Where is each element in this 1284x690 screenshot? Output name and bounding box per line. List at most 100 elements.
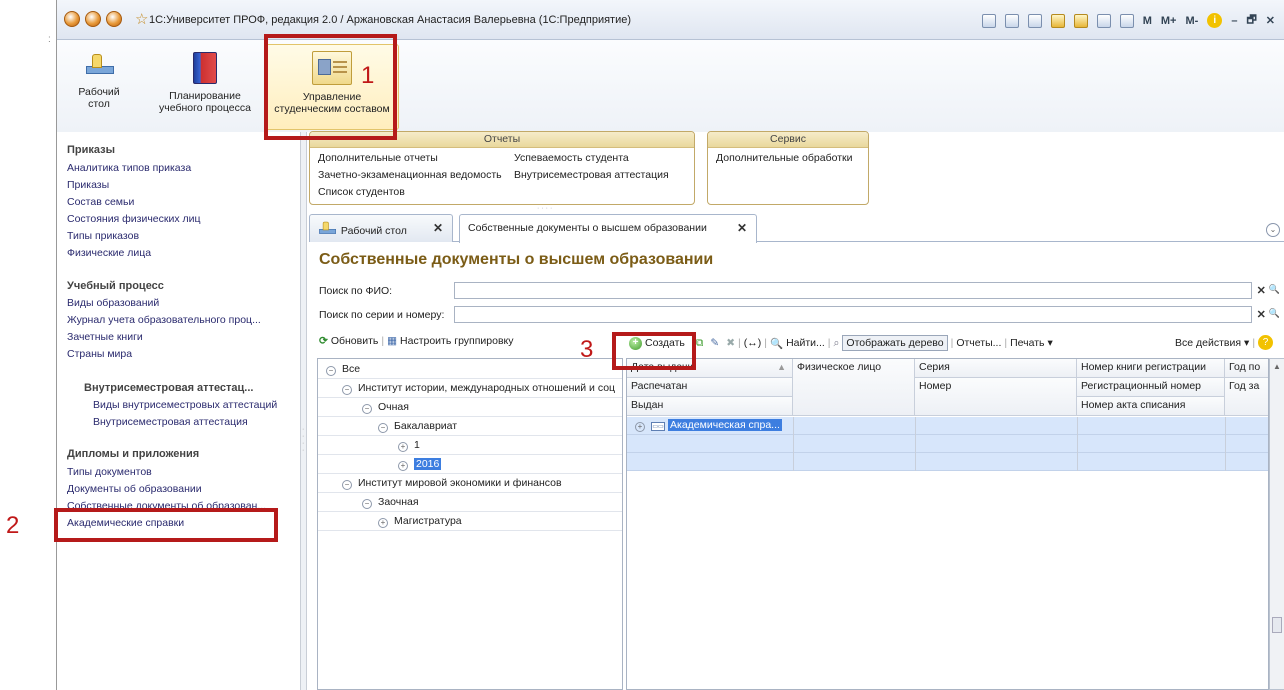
section-desktop[interactable]: Рабочий стол [71, 46, 127, 110]
cancel-find-icon[interactable]: ⌕ [834, 337, 840, 350]
collapse-icon[interactable]: − [362, 499, 372, 509]
cmd-student-list[interactable]: Список студентов [318, 186, 405, 198]
search-series-input[interactable] [454, 306, 1252, 323]
tree-node-2016[interactable]: +2016 [318, 456, 622, 474]
table-row-cont[interactable] [627, 453, 1268, 471]
show-tree-button[interactable]: Отображать дерево [842, 335, 948, 351]
add-favorite-icon[interactable] [1050, 13, 1065, 28]
header-reg-number[interactable]: Регистрационный номер [1077, 378, 1225, 397]
tree-node-all[interactable]: − Все [318, 361, 622, 379]
expand-icon[interactable]: + [635, 422, 645, 432]
header-number[interactable]: ≜Номер [915, 378, 1077, 416]
all-actions-button[interactable]: Все действия [1175, 337, 1241, 349]
nav-item-person-states[interactable]: Состояния физических лиц [67, 213, 201, 225]
search-fio-clear-icon[interactable]: ✕ [1257, 284, 1266, 297]
all-actions-dropdown-icon[interactable]: ▾ [1244, 337, 1249, 349]
nav-item-record-books[interactable]: Зачетные книги [67, 331, 143, 343]
section-planning[interactable]: Планирование учебного процесса [149, 46, 261, 114]
search-series-find-icon[interactable]: 🔍 [1269, 308, 1280, 321]
tab-desktop-close-icon[interactable]: ✕ [433, 215, 443, 241]
nav-item-attestation-kinds[interactable]: Виды внутрисеместровых аттестаций [93, 399, 277, 411]
calculator-icon[interactable] [1096, 13, 1111, 28]
tab-desktop[interactable]: Рабочий стол ✕ [309, 214, 453, 242]
print-dropdown-icon[interactable]: ▾ [1048, 337, 1053, 349]
restore-button[interactable]: 🗗 [1246, 11, 1256, 30]
header-reg-book-number[interactable]: Номер книги регистрации [1077, 359, 1225, 378]
header-issued[interactable]: Выдан [627, 397, 793, 416]
nav-item-family[interactable]: Состав семьи [67, 196, 134, 208]
tree-node-extramural[interactable]: − Заочная [318, 494, 622, 512]
header-year-for[interactable]: Год за [1225, 378, 1268, 416]
nav-item-education-documents[interactable]: Документы об образовании [67, 483, 202, 495]
delete-icon[interactable]: ✖ [726, 337, 735, 349]
tab-own-documents-close-icon[interactable]: ✕ [737, 215, 747, 241]
tree-node-fulltime[interactable]: − Очная [318, 399, 622, 417]
edit-icon[interactable]: ✎ [710, 337, 719, 349]
find-button[interactable]: Найти... [786, 337, 825, 349]
calendar-icon[interactable] [1119, 13, 1134, 28]
app-menu-icon[interactable] [64, 11, 80, 27]
tree-node-institute-economy[interactable]: − Институт мировой экономики и финансов [318, 475, 622, 493]
nav-item-education-kinds[interactable]: Виды образований [67, 297, 159, 309]
table-row-cont[interactable] [627, 435, 1268, 453]
save-icon[interactable] [981, 13, 996, 28]
print-icon[interactable] [1004, 13, 1019, 28]
memory-m-button[interactable]: M [1143, 15, 1152, 27]
nav-item-attestation[interactable]: Внутрисеместровая аттестация [93, 416, 248, 428]
expand-icon[interactable]: + [378, 518, 388, 528]
resize-dots[interactable]: ···· [537, 205, 554, 212]
cmd-additional-reports[interactable]: Дополнительные отчеты [318, 152, 438, 164]
copy-icon[interactable]: ⧉ [696, 337, 704, 350]
refresh-button[interactable]: Обновить [331, 335, 379, 347]
print-button[interactable]: Печать [1010, 337, 1044, 349]
nav-item-order-types[interactable]: Типы приказов [67, 230, 139, 242]
search-series-clear-icon[interactable]: ✕ [1257, 308, 1266, 321]
header-writeoff-number[interactable]: Номер акта списания [1077, 397, 1225, 416]
collapse-icon[interactable]: − [342, 480, 352, 490]
cmd-student-progress[interactable]: Успеваемость студента [514, 152, 629, 164]
cmd-additional-processing[interactable]: Дополнительные обработки [716, 152, 852, 164]
search-fio-input[interactable] [454, 282, 1252, 299]
collapse-icon[interactable]: − [342, 385, 352, 395]
help-icon[interactable]: ? [1258, 335, 1274, 350]
nav-item-countries[interactable]: Страны мира [67, 348, 132, 360]
tree-node-1[interactable]: +1 [318, 437, 622, 455]
memory-mminus-button[interactable]: M- [1185, 15, 1198, 27]
nav-item-persons[interactable]: Физические лица [67, 247, 151, 259]
favorites-star-icon[interactable]: ☆ [135, 10, 148, 28]
expand-icon[interactable]: + [398, 461, 408, 471]
scroll-up-icon[interactable]: ▲ [1273, 362, 1281, 371]
search-fio-find-icon[interactable]: 🔍 [1269, 284, 1280, 297]
row-group-cell[interactable]: + ▭▭ Академическая спра... [635, 417, 782, 435]
tree-node-bachelor[interactable]: − Бакалавриат [318, 418, 622, 436]
back-icon[interactable] [85, 11, 101, 27]
memory-mplus-button[interactable]: M+ [1161, 15, 1177, 27]
header-person[interactable]: Физическое лицо [793, 359, 915, 416]
info-icon[interactable]: i [1207, 13, 1223, 28]
collapse-icon[interactable]: − [362, 404, 372, 414]
cmd-exam-sheet[interactable]: Зачетно-экзаменационная ведомость [318, 169, 502, 181]
expand-icon[interactable]: + [398, 442, 408, 452]
tree-node-master[interactable]: + Магистратура [318, 513, 622, 531]
nav-item-orders[interactable]: Приказы [67, 179, 109, 191]
nav-item-document-types[interactable]: Типы документов [67, 466, 152, 478]
collapse-icon[interactable]: − [378, 423, 388, 433]
collapse-icon[interactable]: − [326, 366, 336, 376]
header-printed[interactable]: Распечатан [627, 378, 793, 397]
collapse-panel-icon[interactable]: ⌄ [1266, 223, 1280, 237]
header-year-from[interactable]: Год по [1225, 359, 1268, 378]
cmd-attestation[interactable]: Внутрисеместровая аттестация [514, 169, 669, 181]
tab-own-documents[interactable]: Собственные документы о высшем образован… [459, 214, 757, 243]
header-series[interactable]: Серия [915, 359, 1077, 378]
preview-icon[interactable] [1027, 13, 1042, 28]
nav-splitter[interactable]: · · · · [301, 132, 307, 690]
reports-button[interactable]: Отчеты... [956, 337, 1001, 349]
minimize-button[interactable]: – [1231, 15, 1237, 27]
nav-item-education-journal[interactable]: Журнал учета образовательного проц... [67, 314, 261, 326]
hierarchy-icon[interactable]: (↔) [744, 337, 762, 349]
nav-item-order-types-analytics[interactable]: Аналитика типов приказа [67, 162, 191, 174]
close-window-button[interactable]: ✕ [1266, 14, 1275, 27]
forward-icon[interactable] [106, 11, 122, 27]
grid-vertical-scrollbar[interactable]: ▲ [1269, 358, 1284, 690]
favorites-icon[interactable] [1073, 13, 1088, 28]
